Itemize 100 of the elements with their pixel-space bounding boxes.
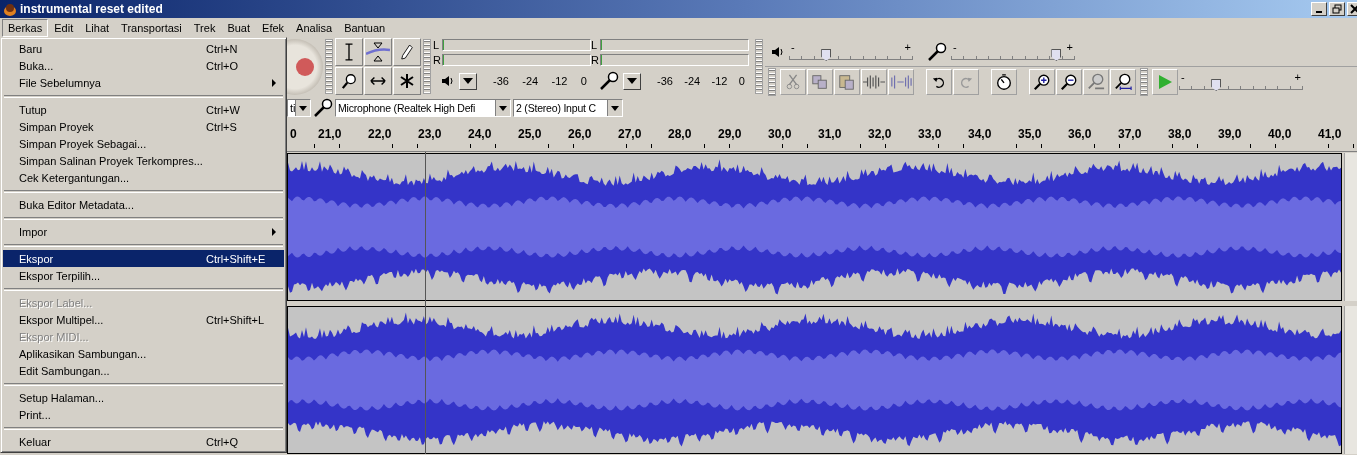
zoom-in-icon (1033, 72, 1051, 91)
menu-item[interactable]: Bantuan (338, 18, 392, 37)
menu-item[interactable]: Buat (221, 18, 257, 37)
timer-button[interactable] (991, 68, 1017, 95)
meter-dropdown[interactable] (459, 72, 477, 90)
time-label: 26,0 (567, 127, 593, 141)
channel-label: L (591, 38, 599, 51)
time-label: 35,0 (1017, 127, 1043, 141)
time-label: 24,0 (467, 127, 493, 141)
speaker-icon (441, 74, 455, 88)
time-label: 21,0 (317, 127, 343, 141)
menu-item[interactable]: Print... (3, 406, 284, 423)
copy-button[interactable] (807, 68, 833, 95)
selection-tool-button[interactable] (335, 38, 363, 66)
toolbar-grip[interactable] (1140, 67, 1148, 96)
caret-icon (611, 105, 619, 111)
play-at-speed-button[interactable] (1152, 68, 1178, 95)
speed-slider[interactable] (1179, 82, 1303, 90)
zoom-out-icon (1060, 72, 1078, 91)
menu-item[interactable]: Analisa (290, 18, 339, 37)
time-label: 40,0 (1267, 127, 1293, 141)
menu-item[interactable]: Tutup Ctrl+W (3, 101, 284, 118)
menu-item[interactable]: Buka... Ctrl+O (3, 57, 284, 74)
time-label: 32,0 (867, 127, 893, 141)
fit-selection-button[interactable] (1083, 68, 1109, 95)
toolbar-grip[interactable] (325, 39, 333, 94)
menu-item[interactable]: Impor (3, 223, 284, 240)
volume-slider[interactable] (789, 52, 913, 60)
stopwatch-icon (995, 72, 1013, 91)
menu-item[interactable]: Buka Editor Metadata... (3, 196, 284, 213)
zoom-tool-button[interactable] (335, 67, 363, 95)
menu-item[interactable]: Aplikasikan Sambungan... (3, 345, 284, 362)
window-title: instrumental reset edited (20, 2, 164, 16)
menu-item[interactable]: Simpan Proyek Sebagai... (3, 135, 284, 152)
meter-scale-label: -12 (711, 75, 728, 87)
restore-button[interactable] (1329, 2, 1345, 16)
meter-scale-label: -36 (657, 75, 673, 87)
menu-item[interactable]: Keluar Ctrl+Q (3, 433, 284, 450)
clipboard-icon (838, 72, 856, 91)
menu-item[interactable]: Transportasi (115, 18, 188, 37)
menu-item[interactable]: Setup Halaman... (3, 389, 284, 406)
slider-thumb[interactable] (821, 49, 832, 61)
fit-project-button[interactable] (1110, 68, 1136, 95)
envelope-icon (366, 42, 390, 62)
time-label: 37,0 (1117, 127, 1143, 141)
draw-tool-button[interactable] (393, 38, 421, 66)
time-label: 0 (289, 127, 298, 141)
time-label: 33,0 (917, 127, 943, 141)
menu-item[interactable]: Cek Ketergantungan... (3, 169, 284, 186)
trim-button[interactable] (861, 68, 887, 95)
volume-slider[interactable] (951, 52, 1075, 60)
input-channels-dropdown[interactable]: 2 (Stereo) Input C (513, 99, 623, 117)
slider-thumb[interactable] (1051, 49, 1062, 61)
audio-host-dropdown[interactable]: ti (287, 99, 311, 117)
zoom-out-button[interactable] (1056, 68, 1082, 95)
envelope-tool-button[interactable] (364, 38, 392, 66)
meter-scale-label: 0 (580, 75, 587, 87)
undo-button[interactable] (926, 68, 952, 95)
toolbar-grip[interactable] (768, 67, 776, 96)
slider-minus-label: - (791, 43, 795, 52)
time-shift-tool-button[interactable] (364, 67, 392, 95)
meter-scale-label: -24 (684, 75, 701, 87)
channel-label: L (433, 38, 441, 51)
zoom-in-button[interactable] (1029, 68, 1055, 95)
menu-item[interactable]: Ekspor Multipel... Ctrl+Shift+L (3, 311, 284, 328)
speaker-icon (771, 44, 785, 59)
time-label: 30,0 (767, 127, 793, 141)
restore-icon (1332, 4, 1342, 14)
time-label: 28,0 (667, 127, 693, 141)
menu-item[interactable]: Ekspor Terpilih... (3, 267, 284, 284)
meter-dropdown[interactable] (623, 72, 641, 90)
menu-item[interactable]: Baru Ctrl+N (3, 40, 284, 57)
menu-item[interactable]: Simpan Proyek Ctrl+S (3, 118, 284, 135)
time-label: 31,0 (817, 127, 843, 141)
silence-button[interactable] (888, 68, 914, 95)
menu-item[interactable]: File Sebelumnya (3, 74, 284, 91)
scrollbar[interactable] (1344, 306, 1357, 454)
meter-scale-label: -36 (493, 75, 509, 87)
play-icon (1157, 73, 1173, 90)
minimize-button[interactable] (1311, 2, 1327, 16)
menu-item[interactable]: Trek (187, 18, 222, 37)
menu-item[interactable]: Efek (256, 18, 291, 37)
caret-icon (499, 105, 507, 111)
scrollbar[interactable] (1344, 153, 1357, 301)
menu-item[interactable]: Edit (48, 18, 80, 37)
input-device-dropdown[interactable]: Microphone (Realtek High Defi (335, 99, 511, 117)
time-label: 38,0 (1167, 127, 1193, 141)
multi-tool-button[interactable] (393, 67, 421, 95)
cut-button[interactable] (780, 68, 806, 95)
toolbar-grip[interactable] (423, 39, 431, 94)
menu-item[interactable]: Edit Sambungan... (3, 362, 284, 379)
slider-thumb[interactable] (1211, 79, 1222, 91)
waveform-icon (890, 73, 912, 90)
paste-button[interactable] (834, 68, 860, 95)
menu-item[interactable]: Ekspor Ctrl+Shift+E (3, 250, 284, 267)
time-label: 25,0 (517, 127, 543, 141)
menu-item[interactable]: Lihat (79, 18, 116, 37)
toolbar-grip[interactable] (755, 39, 763, 94)
menu-item[interactable]: Berkas (2, 18, 49, 37)
menu-item[interactable]: Simpan Salinan Proyek Terkompres... (3, 152, 284, 169)
